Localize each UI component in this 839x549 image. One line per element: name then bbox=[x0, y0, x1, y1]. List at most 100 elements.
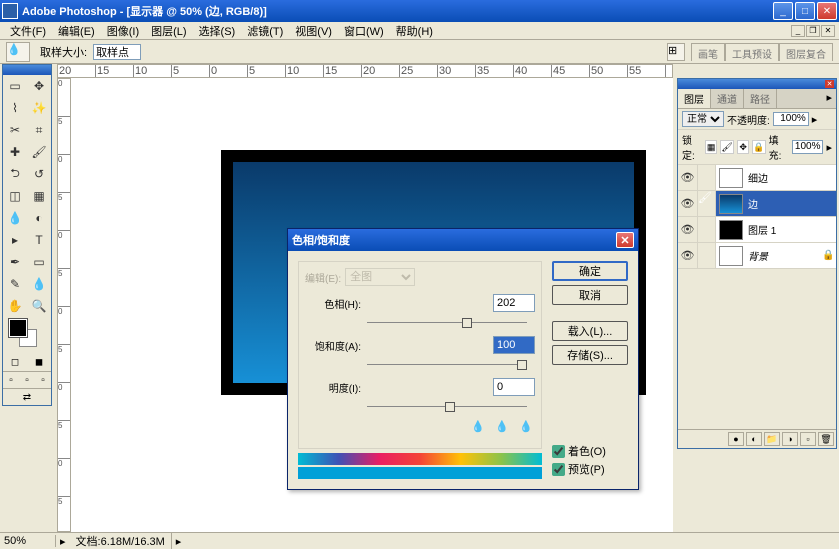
link-cell[interactable]: 🖌 bbox=[698, 191, 716, 216]
document-size-info[interactable]: 文档:6.18M/16.3M bbox=[70, 533, 172, 549]
layer-thumbnail[interactable] bbox=[719, 220, 743, 240]
layer-style-button[interactable]: ● bbox=[728, 432, 744, 446]
panel-close-icon[interactable]: ✕ bbox=[825, 80, 834, 88]
preview-checkbox[interactable] bbox=[552, 463, 565, 476]
layer-name[interactable]: 图层 1 bbox=[746, 222, 836, 237]
screen-mode-full[interactable]: ▫ bbox=[35, 372, 51, 388]
eyedropper-icon[interactable]: 💧 bbox=[471, 420, 487, 436]
type-tool[interactable]: T bbox=[27, 229, 51, 251]
pen-tool[interactable]: ✒ bbox=[3, 251, 27, 273]
menu-select[interactable]: 选择(S) bbox=[193, 22, 242, 40]
layer-item[interactable]: 👁 背景 🔒 bbox=[678, 243, 836, 269]
saturation-slider[interactable] bbox=[367, 358, 527, 372]
lightness-slider[interactable] bbox=[367, 400, 527, 414]
colorize-checkbox[interactable] bbox=[552, 445, 565, 458]
eyedropper-add-icon[interactable]: 💧 bbox=[495, 420, 511, 436]
window-minimize-button[interactable]: _ bbox=[773, 2, 793, 20]
zoom-tool[interactable]: 🔍 bbox=[27, 295, 51, 317]
new-layer-button[interactable]: ▫ bbox=[800, 432, 816, 446]
visibility-toggle-icon[interactable]: 👁 bbox=[678, 243, 698, 268]
opacity-flyout-icon[interactable]: ▸ bbox=[812, 113, 818, 126]
palette-tab-toolpresets[interactable]: 工具预设 bbox=[725, 43, 779, 61]
save-button[interactable]: 存储(S)... bbox=[552, 345, 628, 365]
menu-filter[interactable]: 滤镜(T) bbox=[241, 22, 289, 40]
lightness-input[interactable] bbox=[493, 378, 535, 396]
palette-tab-layercomps[interactable]: 图层复合 bbox=[779, 43, 833, 61]
layer-name[interactable]: 背景 bbox=[746, 248, 822, 263]
menu-layer[interactable]: 图层(L) bbox=[145, 22, 192, 40]
fill-flyout-icon[interactable]: ▸ bbox=[826, 141, 832, 154]
layer-item[interactable]: 👁 细边 bbox=[678, 165, 836, 191]
lock-all-icon[interactable]: 🔒 bbox=[752, 140, 765, 154]
status-menu-icon[interactable]: ▸ bbox=[172, 535, 186, 548]
menu-image[interactable]: 图像(I) bbox=[101, 22, 145, 40]
notes-tool[interactable]: ✎ bbox=[3, 273, 27, 295]
visibility-toggle-icon[interactable]: 👁 bbox=[678, 191, 698, 216]
mdi-restore-button[interactable]: ❐ bbox=[806, 25, 820, 37]
blend-mode-select[interactable]: 正常 bbox=[682, 111, 724, 127]
hue-slider[interactable] bbox=[367, 316, 527, 330]
saturation-slider-thumb[interactable] bbox=[517, 360, 527, 370]
cancel-button[interactable]: 取消 bbox=[552, 285, 628, 305]
magic-wand-tool[interactable]: ✨ bbox=[27, 97, 51, 119]
move-tool[interactable]: ✥ bbox=[27, 75, 51, 97]
history-brush-tool[interactable]: ↺ bbox=[27, 163, 51, 185]
menu-edit[interactable]: 编辑(E) bbox=[52, 22, 101, 40]
opacity-input[interactable]: 100% bbox=[773, 112, 809, 126]
screen-mode-standard[interactable]: ▫ bbox=[3, 372, 19, 388]
layer-thumbnail[interactable] bbox=[719, 168, 743, 188]
crop-tool[interactable]: ✂ bbox=[3, 119, 27, 141]
zoom-level[interactable]: 50% bbox=[0, 535, 56, 547]
tab-layers[interactable]: 图层 bbox=[678, 89, 711, 108]
saturation-input[interactable] bbox=[493, 336, 535, 354]
lasso-tool[interactable]: ⌇ bbox=[3, 97, 27, 119]
sample-size-select[interactable] bbox=[93, 44, 141, 60]
panel-menu-icon[interactable]: ▸ bbox=[822, 89, 836, 108]
gradient-tool[interactable]: ▦ bbox=[27, 185, 51, 207]
fill-input[interactable]: 100% bbox=[792, 140, 824, 154]
lock-image-icon[interactable]: 🖌 bbox=[720, 140, 733, 154]
tool-preset-picker[interactable]: 💧 bbox=[6, 42, 30, 62]
delete-layer-button[interactable]: 🗑 bbox=[818, 432, 834, 446]
window-maximize-button[interactable]: □ bbox=[795, 2, 815, 20]
dialog-close-button[interactable]: ✕ bbox=[616, 232, 634, 248]
layer-thumbnail[interactable] bbox=[719, 246, 743, 266]
healing-brush-tool[interactable]: ✚ bbox=[3, 141, 27, 163]
window-close-button[interactable]: ✕ bbox=[817, 2, 837, 20]
palette-tab-brushes[interactable]: 画笔 bbox=[691, 43, 725, 61]
slice-tool[interactable]: ⌗ bbox=[27, 119, 51, 141]
tab-channels[interactable]: 通道 bbox=[711, 89, 744, 108]
menu-help[interactable]: 帮助(H) bbox=[390, 22, 439, 40]
menu-file[interactable]: 文件(F) bbox=[4, 22, 52, 40]
palette-well-toggle[interactable]: ⊞ bbox=[667, 43, 685, 61]
screen-mode-full-menubar[interactable]: ▫ bbox=[19, 372, 35, 388]
panel-header[interactable]: ✕ bbox=[678, 79, 836, 89]
standard-mode-button[interactable]: ◻ bbox=[3, 353, 27, 371]
edit-select[interactable]: 全图 bbox=[345, 268, 415, 286]
mdi-minimize-button[interactable]: _ bbox=[791, 25, 805, 37]
link-cell[interactable] bbox=[698, 217, 716, 242]
adjustment-layer-button[interactable]: ◑ bbox=[782, 432, 798, 446]
load-button[interactable]: 载入(L)... bbox=[552, 321, 628, 341]
link-cell[interactable] bbox=[698, 165, 716, 190]
mdi-close-button[interactable]: ✕ bbox=[821, 25, 835, 37]
lightness-slider-thumb[interactable] bbox=[445, 402, 455, 412]
quickmask-mode-button[interactable]: ◼ bbox=[27, 353, 51, 371]
layer-thumbnail[interactable] bbox=[719, 194, 743, 214]
clone-stamp-tool[interactable]: ⮌ bbox=[3, 163, 27, 185]
brush-tool[interactable]: 🖌 bbox=[27, 141, 51, 163]
path-select-tool[interactable]: ▸ bbox=[3, 229, 27, 251]
lock-transparency-icon[interactable]: ▦ bbox=[705, 140, 718, 154]
menu-window[interactable]: 窗口(W) bbox=[338, 22, 390, 40]
dialog-titlebar[interactable]: 色相/饱和度 ✕ bbox=[288, 229, 638, 251]
foreground-color-swatch[interactable] bbox=[9, 319, 27, 337]
eyedropper-tool[interactable]: 💧 bbox=[27, 273, 51, 295]
marquee-tool[interactable]: ▭ bbox=[3, 75, 27, 97]
layer-item[interactable]: 👁 🖌 边 bbox=[678, 191, 836, 217]
layer-mask-button[interactable]: ◐ bbox=[746, 432, 762, 446]
hue-slider-thumb[interactable] bbox=[462, 318, 472, 328]
eraser-tool[interactable]: ◫ bbox=[3, 185, 27, 207]
lock-position-icon[interactable]: ✥ bbox=[737, 140, 750, 154]
dodge-tool[interactable]: ◐ bbox=[27, 207, 51, 229]
status-flyout-icon[interactable]: ▸ bbox=[56, 535, 70, 548]
